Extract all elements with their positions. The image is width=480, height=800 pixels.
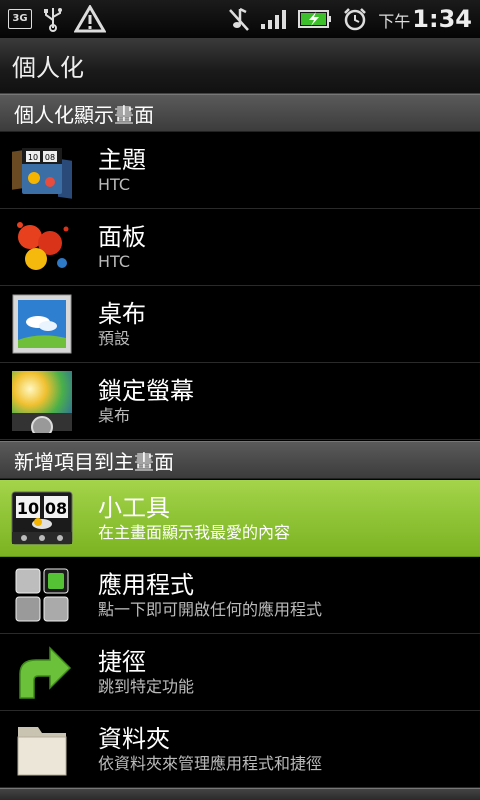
list-item-widgets[interactable]: 10 08 小工具 在主畫面顯示我最愛的內容 — [0, 480, 480, 557]
item-title: 資料夾 — [98, 725, 170, 753]
item-title: 捷徑 — [98, 648, 146, 676]
list-item-themes[interactable]: 10 08 主題 HTC — [0, 132, 480, 209]
wallpaper-icon — [10, 292, 74, 356]
page-title: 個人化 — [12, 54, 84, 82]
item-title: 小工具 — [98, 494, 170, 522]
svg-text:10: 10 — [28, 153, 38, 162]
item-subtitle: 預設 — [98, 329, 131, 348]
warning-icon — [74, 5, 106, 33]
section-label: 個人化顯示畫面 — [14, 102, 154, 127]
battery-charging-icon — [298, 10, 332, 28]
time-prefix: 下午 — [378, 12, 411, 31]
list-item-lock-screen[interactable]: 鎖定螢幕 桌布 — [0, 363, 480, 440]
folder-icon — [10, 717, 74, 781]
item-subtitle: 點一下即可開啟任何的應用程式 — [98, 600, 323, 619]
themes-icon: 10 08 — [10, 138, 74, 202]
widget-clock-minute: 08 — [45, 499, 67, 518]
alarm-icon — [344, 8, 367, 31]
lockscreen-icon — [10, 369, 74, 438]
item-title: 面板 — [98, 223, 146, 251]
clock-time: 1:34 — [412, 5, 472, 33]
item-subtitle: 依資料夾來管理應用程式和捷徑 — [98, 754, 323, 773]
mute-icon — [229, 7, 250, 31]
item-subtitle: 在主畫面顯示我最愛的內容 — [98, 523, 291, 542]
title-bar: 個人化 — [0, 38, 480, 94]
widget-icon: 10 08 — [10, 486, 74, 550]
list-item-skins[interactable]: 面板 HTC — [0, 209, 480, 286]
svg-text:08: 08 — [45, 153, 55, 162]
list-item-wallpaper[interactable]: 桌布 預設 — [0, 286, 480, 363]
item-title: 應用程式 — [98, 571, 194, 599]
3g-icon: 3G — [8, 9, 32, 29]
item-title: 鎖定螢幕 — [98, 377, 194, 405]
list-item-shortcuts[interactable]: 捷徑 跳到特定功能 — [0, 634, 480, 711]
shortcut-icon — [10, 640, 74, 704]
skins-icon — [10, 215, 74, 279]
apps-icon — [10, 563, 74, 627]
item-subtitle: 桌布 — [98, 406, 131, 425]
usb-icon — [44, 8, 62, 32]
widget-clock-hour: 10 — [17, 499, 39, 518]
signal-icon — [261, 10, 287, 29]
item-subtitle: 跳到特定功能 — [98, 677, 195, 696]
list-item-apps[interactable]: 應用程式 點一下即可開啟任何的應用程式 — [0, 557, 480, 634]
section-label: 新增項目到主畫面 — [14, 449, 174, 474]
section-header-add: 新增項目到主畫面 — [0, 441, 480, 479]
list-item-folder[interactable]: 資料夾 依資料夾來管理應用程式和捷徑 — [0, 711, 480, 788]
next-section-edge — [0, 788, 480, 800]
item-title: 主題 — [98, 146, 146, 174]
section-header-display: 個人化顯示畫面 — [0, 94, 480, 132]
item-subtitle: HTC — [98, 252, 131, 271]
item-subtitle: HTC — [98, 175, 131, 194]
item-title: 桌布 — [98, 300, 146, 328]
status-bar: 3G 下午 1:34 — [0, 0, 480, 38]
